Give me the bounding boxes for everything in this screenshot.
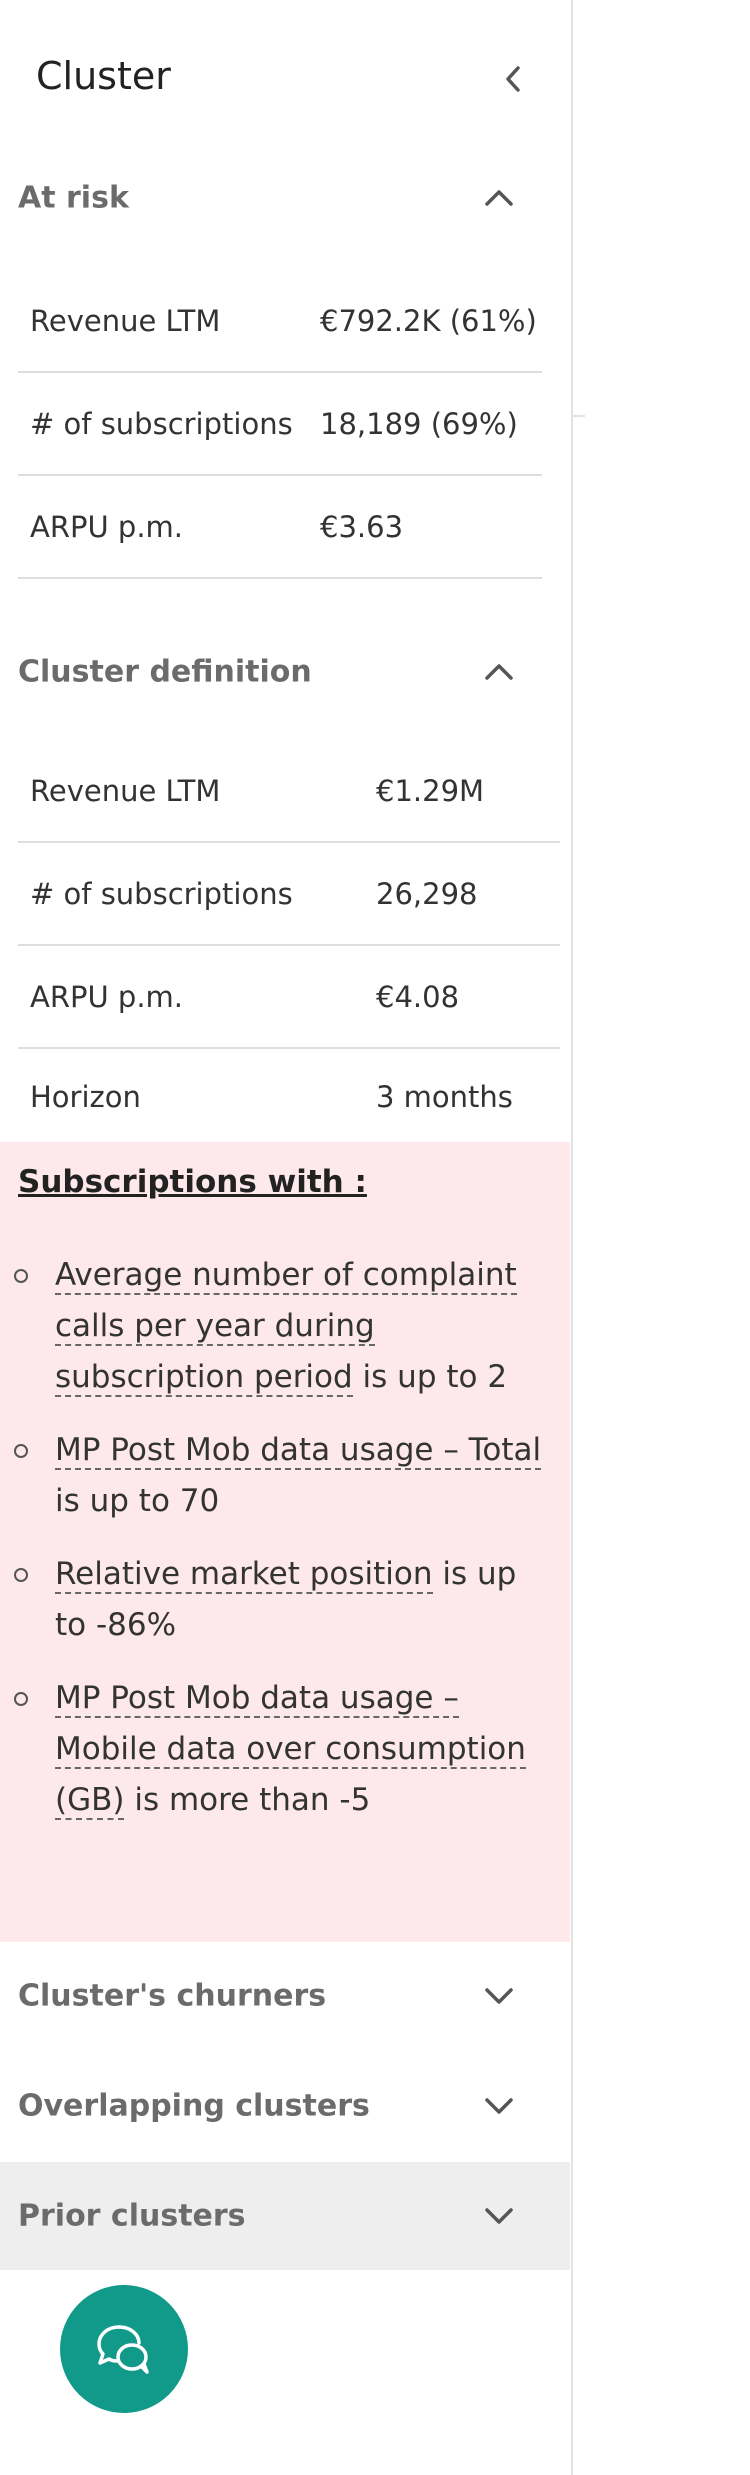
- prior-clusters-toggle[interactable]: [478, 2195, 520, 2237]
- at-risk-header[interactable]: At risk: [0, 144, 570, 252]
- chevron-down-icon: [485, 1988, 513, 2004]
- overlapping-clusters-title: Overlapping clusters: [18, 2088, 370, 2124]
- stat-value: 18,189 (69%): [320, 406, 518, 441]
- prior-clusters-title: Prior clusters: [18, 2198, 246, 2234]
- chat-button[interactable]: [60, 2285, 188, 2413]
- collapse-panel-button[interactable]: [492, 58, 534, 100]
- at-risk-row-revenue: Revenue LTM €792.2K (61%): [18, 270, 542, 373]
- definition-row-arpu: ARPU p.m. €4.08: [18, 946, 560, 1049]
- cluster-definition-header[interactable]: Cluster definition: [0, 618, 570, 726]
- condition-term[interactable]: Relative market position: [55, 1556, 433, 1594]
- stat-value: €4.08: [376, 979, 460, 1014]
- stat-value: 26,298: [376, 876, 478, 911]
- chevron-up-icon: [485, 664, 513, 680]
- stat-label: ARPU p.m.: [30, 509, 184, 544]
- circle-bullet-icon: [14, 1568, 28, 1582]
- cluster-churners-toggle[interactable]: [478, 1975, 520, 2017]
- chevron-up-icon: [485, 190, 513, 206]
- conditions-title: Subscriptions with :: [18, 1164, 367, 1200]
- definition-row-horizon: Horizon 3 months: [18, 1052, 560, 1142]
- circle-bullet-icon: [14, 1444, 28, 1458]
- at-risk-row-arpu: ARPU p.m. €3.63: [18, 476, 542, 579]
- stat-label: Revenue LTM: [30, 773, 221, 808]
- stat-label: # of subscriptions: [30, 876, 293, 911]
- conditions-list: Average number of complaint calls per ye…: [0, 1250, 570, 1848]
- at-risk-row-subscriptions: # of subscriptions 18,189 (69%): [18, 373, 542, 476]
- cluster-definition-title: Cluster definition: [18, 654, 312, 690]
- overlapping-clusters-toggle[interactable]: [478, 2085, 520, 2127]
- stat-label: # of subscriptions: [30, 406, 293, 441]
- chat-bubbles-icon: [97, 2325, 149, 2374]
- definition-row-revenue: Revenue LTM €1.29M: [18, 740, 560, 843]
- condition-item: MP Post Mob data usage – Total is up to …: [0, 1425, 570, 1527]
- cluster-panel: Cluster At risk Revenue LTM €792.2K (61%…: [0, 0, 570, 2475]
- chevron-down-icon: [485, 2208, 513, 2224]
- prior-clusters-header[interactable]: Prior clusters: [0, 2162, 570, 2270]
- at-risk-title: At risk: [18, 180, 129, 216]
- definition-row-subscriptions: # of subscriptions 26,298: [18, 843, 560, 946]
- panel-header: Cluster: [0, 40, 570, 120]
- divider-stub: [573, 415, 585, 417]
- stat-value: €792.2K (61%): [320, 303, 537, 338]
- condition-rule: is up to 2: [352, 1359, 508, 1395]
- cluster-definition-toggle[interactable]: [478, 651, 520, 693]
- stat-value: 3 months: [376, 1080, 513, 1114]
- condition-term[interactable]: MP Post Mob data usage – Total: [55, 1432, 542, 1470]
- at-risk-toggle[interactable]: [478, 177, 520, 219]
- cluster-churners-title: Cluster's churners: [18, 1978, 327, 2014]
- overlapping-clusters-header[interactable]: Overlapping clusters: [0, 2052, 570, 2160]
- stat-value: €3.63: [320, 509, 404, 544]
- subscription-conditions: Subscriptions with : Average number of c…: [0, 1142, 570, 1942]
- cluster-churners-header[interactable]: Cluster's churners: [0, 1942, 570, 2050]
- condition-item: Average number of complaint calls per ye…: [0, 1250, 570, 1403]
- circle-bullet-icon: [14, 1269, 28, 1283]
- condition-item: MP Post Mob data usage – Mobile data ove…: [0, 1673, 570, 1826]
- stat-value: €1.29M: [376, 773, 485, 808]
- panel-title: Cluster: [36, 54, 171, 98]
- chevron-left-icon: [506, 66, 520, 92]
- chevron-down-icon: [485, 2098, 513, 2114]
- panel-divider: [571, 0, 573, 2475]
- condition-rule: is more than -5: [124, 1782, 371, 1818]
- stat-label: Horizon: [30, 1080, 141, 1114]
- condition-rule: is up to 70: [55, 1483, 220, 1519]
- circle-bullet-icon: [14, 1692, 28, 1706]
- stat-label: Revenue LTM: [30, 303, 221, 338]
- condition-item: Relative market position is up to -86%: [0, 1549, 570, 1651]
- stat-label: ARPU p.m.: [30, 979, 184, 1014]
